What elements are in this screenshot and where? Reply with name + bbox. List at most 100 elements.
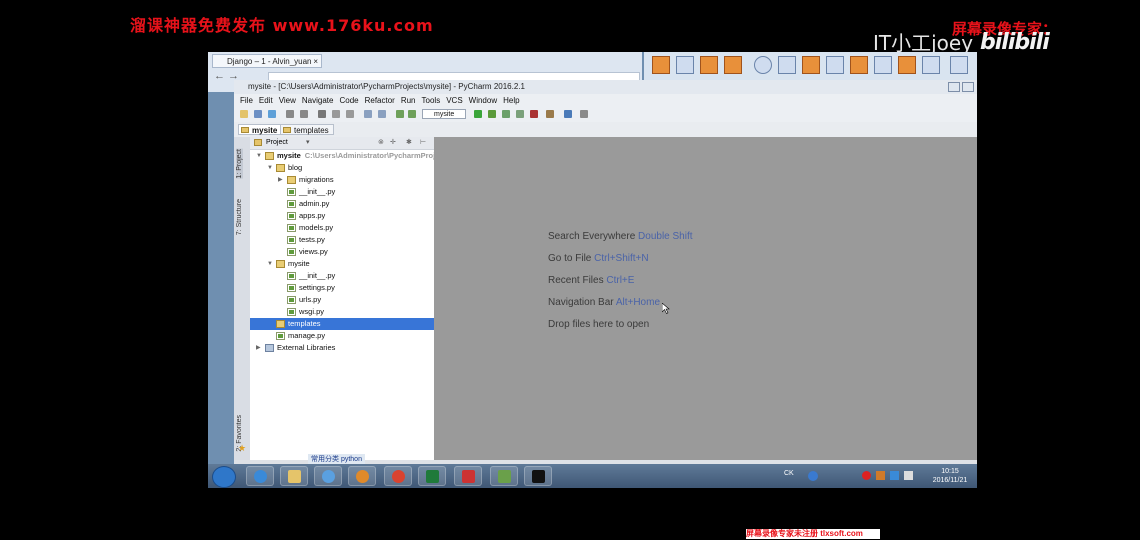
start-button[interactable] [212, 466, 236, 488]
forward-icon[interactable] [408, 110, 416, 118]
tree-item[interactable]: __init__.py [250, 186, 434, 198]
menu-vcs[interactable]: VCS [446, 94, 462, 107]
chrome-taskbar-button[interactable] [384, 466, 412, 486]
tree-item[interactable]: templates [250, 318, 434, 330]
tree-item[interactable]: tests.py [250, 234, 434, 246]
debug-icon[interactable] [488, 110, 496, 118]
recorder-tool-icon[interactable] [700, 56, 718, 74]
stop-icon[interactable] [530, 110, 538, 118]
breadcrumb-templates[interactable]: templates [280, 124, 334, 135]
breadcrumb-mysite[interactable]: mysite [238, 124, 283, 135]
terminal-taskbar-button[interactable] [524, 466, 552, 486]
run-config-select[interactable]: mysite [422, 109, 466, 119]
project-view-select[interactable]: Project [266, 137, 288, 149]
replace-icon[interactable] [378, 110, 386, 118]
tray-app-icon[interactable] [876, 471, 885, 480]
recorder-tool-icon[interactable] [850, 56, 868, 74]
gear-icon[interactable]: ✱ [406, 137, 412, 149]
scroll-from-source-icon[interactable]: ✛ [390, 137, 396, 149]
tree-item[interactable]: ▶ migrations [250, 174, 434, 186]
copy-icon[interactable] [332, 110, 340, 118]
save-icon[interactable] [254, 110, 262, 118]
paste-icon[interactable] [346, 110, 354, 118]
menu-code[interactable]: Code [339, 94, 358, 107]
record-icon[interactable] [862, 471, 871, 480]
tree-item[interactable]: apps.py [250, 210, 434, 222]
tree-item[interactable]: manage.py [250, 330, 434, 342]
browser-taskbar-button[interactable] [314, 466, 342, 486]
menu-refactor[interactable]: Refactor [365, 94, 395, 107]
find-icon[interactable] [364, 110, 372, 118]
menu-help[interactable]: Help [503, 94, 519, 107]
tree-item[interactable]: ▼ mysite [250, 258, 434, 270]
tree-item[interactable]: __init__.py [250, 270, 434, 282]
tree-item[interactable]: urls.py [250, 294, 434, 306]
tree-item[interactable]: wsgi.py [250, 306, 434, 318]
recorder-tool-icon[interactable] [898, 56, 916, 74]
recorder-tool-icon[interactable] [922, 56, 940, 74]
expand-down-icon[interactable]: ▼ [267, 162, 273, 174]
tree-item[interactable]: views.py [250, 246, 434, 258]
editor-area[interactable]: Search Everywhere Double Shift Go to File… [434, 137, 977, 460]
menu-edit[interactable]: Edit [259, 94, 273, 107]
network-icon[interactable] [890, 471, 899, 480]
settings-icon[interactable] [546, 110, 554, 118]
expand-down-icon[interactable]: ▼ [256, 150, 262, 162]
tree-item[interactable]: settings.py [250, 282, 434, 294]
expand-down-icon[interactable]: ▼ [267, 258, 273, 270]
tree-item[interactable]: ▼ blog [250, 162, 434, 174]
menu-tools[interactable]: Tools [422, 94, 441, 107]
volume-icon[interactable] [904, 471, 913, 480]
open-icon[interactable] [240, 110, 248, 118]
menu-window[interactable]: Window [469, 94, 497, 107]
help-tray-icon[interactable] [808, 471, 818, 481]
chevron-down-icon[interactable]: ▾ [306, 137, 310, 149]
back-icon[interactable] [396, 110, 404, 118]
recorder-tool-icon[interactable] [724, 56, 742, 74]
recorder-tool-icon[interactable] [778, 56, 796, 74]
undo-icon[interactable] [286, 110, 294, 118]
close-icon[interactable]: × [313, 55, 318, 67]
tray-language[interactable]: CK [784, 470, 794, 477]
recorder-tool-icon[interactable] [950, 56, 968, 74]
coverage-icon[interactable] [502, 110, 510, 118]
menu-file[interactable]: File [240, 94, 253, 107]
tree-item[interactable]: ▼ mysite C:\Users\Administrator\PycharmPro… [250, 150, 450, 162]
tab-structure[interactable]: 7: Structure [236, 199, 243, 235]
tab-project[interactable]: 1: Project [236, 149, 243, 179]
browser-tab[interactable]: Django – 1 - Alvin_yuan × [212, 54, 322, 68]
sync-icon[interactable] [268, 110, 276, 118]
expand-right-icon[interactable]: ▶ [278, 174, 283, 186]
recorder-tool-icon[interactable] [652, 56, 670, 74]
recorder-tool-icon[interactable] [802, 56, 820, 74]
menu-view[interactable]: View [279, 94, 296, 107]
tree-item[interactable]: models.py [250, 222, 434, 234]
collapse-icon[interactable]: ⊗ [378, 137, 384, 149]
vcs-icon[interactable] [580, 110, 588, 118]
media-taskbar-button[interactable] [348, 466, 376, 486]
pycharm-taskbar-button[interactable] [418, 466, 446, 486]
app-taskbar-button[interactable] [454, 466, 482, 486]
tree-item[interactable]: ▶ External Libraries [250, 342, 434, 354]
back-arrow-icon[interactable]: ← [214, 70, 225, 82]
clock-icon[interactable] [754, 56, 772, 74]
profile-icon[interactable] [516, 110, 524, 118]
tree-item[interactable]: admin.py [250, 198, 434, 210]
pen-icon[interactable] [874, 56, 892, 74]
cut-icon[interactable] [318, 110, 326, 118]
minimize-button[interactable] [948, 82, 960, 92]
editor-taskbar-button[interactable] [490, 466, 518, 486]
expand-right-icon[interactable]: ▶ [256, 342, 261, 354]
menu-run[interactable]: Run [401, 94, 416, 107]
run-icon[interactable] [474, 110, 482, 118]
maximize-button[interactable] [962, 82, 974, 92]
explorer-taskbar-button[interactable] [280, 466, 308, 486]
menu-navigate[interactable]: Navigate [302, 94, 334, 107]
ie-taskbar-button[interactable] [246, 466, 274, 486]
recorder-tool-icon[interactable] [826, 56, 844, 74]
clock[interactable]: 10:15 2016/11/21 [928, 467, 972, 485]
redo-icon[interactable] [300, 110, 308, 118]
recorder-tool-icon[interactable] [676, 56, 694, 74]
hide-icon[interactable]: ⊢ [420, 137, 426, 149]
help-icon[interactable] [564, 110, 572, 118]
